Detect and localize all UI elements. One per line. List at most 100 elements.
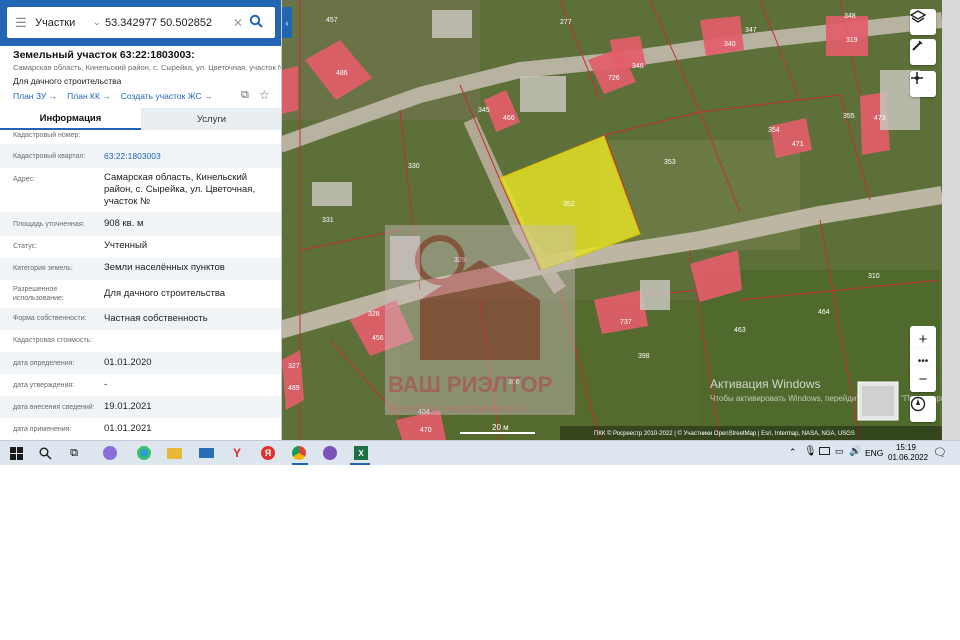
windows-activation-title: Активация Windows (710, 377, 821, 391)
search-box: ☰ Участки ⌄ ✕ (7, 7, 275, 38)
watermark-line2: агентство недвижимости (388, 401, 526, 415)
parcel-title: Земельный участок 63:22:1803003: (13, 49, 195, 61)
collapse-panel-button[interactable]: ‹ (282, 7, 292, 38)
windows-activation-subtitle: Чтобы активировать Windows, перейдите в … (710, 394, 942, 403)
network-icon[interactable]: ▭ (835, 446, 844, 457)
locate-button[interactable] (910, 71, 936, 97)
parcel-address-line: Самарская область, Кинельский район, с. … (13, 63, 282, 72)
parcel-links: План ЗУ → План КК → Создать участок ЖС → (13, 91, 212, 101)
plot-number-label[interactable]: 466 (503, 115, 515, 122)
plot-number-label[interactable]: 486 (336, 70, 348, 77)
plot-number-label[interactable]: 340 (724, 41, 736, 48)
plot-number-label[interactable]: 470 (420, 427, 432, 434)
hamburger-icon[interactable]: ☰ (7, 15, 35, 31)
plot-number-label[interactable]: 355 (843, 113, 855, 120)
clear-icon[interactable]: ✕ (233, 16, 249, 30)
field-value: - (104, 379, 108, 390)
plot-number-label[interactable]: 328 (368, 311, 380, 318)
file-explorer-button[interactable] (166, 445, 182, 461)
field-key: Кадастровый номер: (13, 132, 81, 139)
notifications-icon[interactable]: 🗨 (933, 446, 947, 459)
mail-button[interactable] (198, 445, 214, 461)
plot-number-label[interactable]: 331 (322, 217, 334, 224)
tab-services[interactable]: Услуги (141, 108, 281, 130)
plot-number-label[interactable]: 457 (326, 17, 338, 24)
battery-icon[interactable] (819, 447, 830, 455)
field-value: 01.01.2021 (104, 423, 152, 434)
excel-icon: X (354, 446, 368, 460)
microphone-icon[interactable]: 🎙 (804, 446, 817, 457)
cadastral-quarter-link[interactable]: 63:22:1803003 (104, 150, 276, 162)
compass-button[interactable] (910, 396, 936, 422)
parcel-purpose: Для дачного строительства (13, 76, 122, 86)
plot-number-label[interactable]: 277 (560, 19, 572, 26)
cortana-button[interactable] (102, 445, 118, 461)
excel-button[interactable]: X (353, 445, 369, 461)
panel-tabs: Информация Услуги (0, 108, 281, 130)
language-indicator[interactable]: ENG (865, 448, 883, 458)
measure-button[interactable] (910, 39, 936, 65)
chrome-icon (292, 446, 306, 460)
field-value: Учтенный (104, 240, 148, 251)
field-row: Площадь уточненная: 908 кв. м (0, 212, 281, 236)
task-view-button[interactable]: ⧉ (66, 445, 82, 461)
search-icon[interactable] (249, 14, 267, 31)
plot-number-label[interactable]: 463 (734, 327, 746, 334)
plot-number-label[interactable]: 310 (868, 273, 880, 280)
plot-number-label[interactable]: 398 (638, 353, 650, 360)
plot-number-label[interactable]: 353 (664, 159, 676, 166)
clock[interactable]: 15:19 01.06.2022 (888, 443, 928, 463)
plot-number-label[interactable]: 489 (288, 385, 300, 392)
watermark-line1: ВАШ РИЭЛТОР (388, 372, 552, 397)
plan-zu-link[interactable]: План ЗУ → (13, 91, 57, 101)
plot-number-label[interactable]: 345 (478, 107, 490, 114)
plot-number-label[interactable]: 471 (792, 141, 804, 148)
field-key: дата утверждения: (13, 382, 75, 389)
plot-number-label[interactable]: 347 (745, 27, 757, 34)
tab-info[interactable]: Информация (0, 108, 141, 130)
plot-number-label[interactable]: 327 (288, 363, 300, 370)
star-icon[interactable]: ☆ (259, 88, 270, 102)
layers-button[interactable] (910, 9, 936, 35)
zoom-out-button[interactable]: − (910, 366, 936, 392)
plot-number-label[interactable]: 456 (372, 335, 384, 342)
plot-number-label[interactable]: 737 (620, 319, 632, 326)
field-key: Разрешенное использование: (13, 286, 64, 302)
plot-number-label[interactable]: 348 (844, 13, 856, 20)
field-row: Кадастровый квартал: 63:22:1803003 (0, 144, 281, 168)
tray-chevron-up-icon[interactable]: ⌃ (789, 447, 797, 458)
field-row: Адрес: Самарская область, Кинельский рай… (0, 168, 281, 212)
ellipsis-icon: ••• (917, 355, 929, 367)
field-row: Кадастровый номер: (0, 130, 281, 144)
plot-number-label[interactable]: 352 (563, 201, 575, 208)
volume-icon[interactable]: 🔊 (849, 446, 861, 457)
category-select[interactable]: Участки (35, 17, 93, 29)
create-parcel-link[interactable]: Создать участок ЖС → (121, 91, 213, 101)
plot-number-label[interactable]: 473 (874, 115, 886, 122)
compass-icon (910, 396, 926, 412)
search-input[interactable] (105, 16, 233, 29)
copy-icon[interactable]: ⧉ (241, 89, 249, 102)
field-key: Адрес: (13, 176, 35, 183)
plan-kk-link[interactable]: План КК → (67, 91, 111, 101)
chrome-button[interactable] (291, 445, 307, 461)
field-value: 01.01.2020 (104, 357, 152, 368)
plot-number-label[interactable]: 319 (846, 37, 858, 44)
plus-icon: + (918, 330, 928, 348)
search-taskbar-button[interactable] (37, 445, 53, 461)
plot-number-label[interactable]: 354 (768, 127, 780, 134)
yandex-browser-button[interactable]: Y (229, 445, 245, 461)
yandex-button[interactable]: Я (260, 445, 276, 461)
start-button[interactable] (8, 445, 24, 461)
field-value: Частная собственность (104, 313, 208, 324)
plot-number-label[interactable]: 464 (818, 309, 830, 316)
window-edge (942, 0, 960, 440)
plot-number-label[interactable]: 346 (632, 63, 644, 70)
viber-button[interactable] (322, 445, 338, 461)
plot-number-label[interactable]: 726 (608, 75, 620, 82)
field-key: Статус: (13, 243, 38, 250)
chevron-down-icon[interactable]: ⌄ (93, 17, 105, 28)
yandex-icon: Я (261, 446, 275, 460)
edge-button[interactable] (136, 445, 152, 461)
plot-number-label[interactable]: 330 (408, 163, 420, 170)
